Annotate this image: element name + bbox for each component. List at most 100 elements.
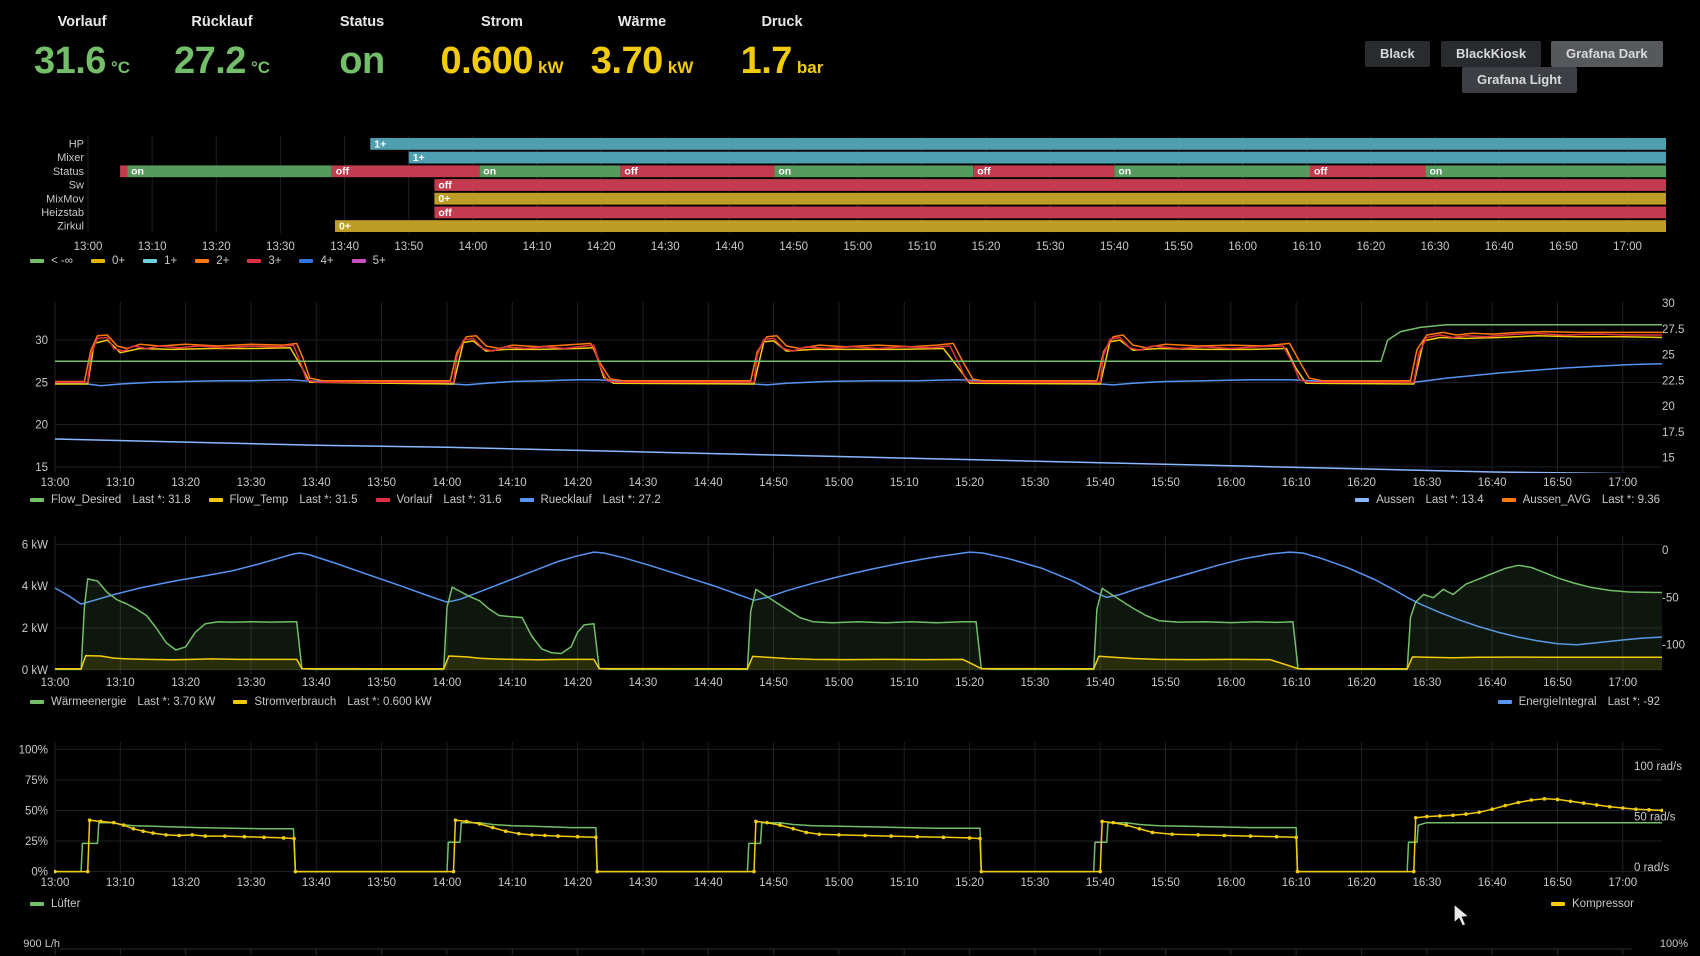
- legend-item-Kompressor[interactable]: Kompressor: [1551, 898, 1634, 910]
- series-marker: [451, 869, 456, 874]
- legend-item-Aussen_AVG[interactable]: Aussen_AVG Last *: 9.36: [1501, 494, 1660, 506]
- theme-button-black[interactable]: Black: [1365, 41, 1430, 67]
- series-marker: [1568, 799, 1573, 804]
- theme-button-blackkiosk[interactable]: BlackKiosk: [1441, 41, 1542, 67]
- series-marker: [1607, 804, 1612, 809]
- legend-item-Flow_Desired[interactable]: Flow_Desired Last *: 31.8: [30, 494, 191, 506]
- time-tick-label: 13:10: [138, 241, 167, 253]
- y-axis-tick-label: 25: [35, 377, 48, 389]
- chart-temperatures: 13:00 13:10 13:20 13:30 13:40 13:50 14:00 14:10…: [35, 298, 1684, 489]
- time-tick-label: 16:30: [1412, 877, 1441, 889]
- y-axis-right-tick-label: 0 rad/s: [1634, 862, 1669, 874]
- legend-label: 3+: [268, 255, 282, 267]
- series-marker: [464, 819, 469, 824]
- time-tick-label: 15:40: [1086, 477, 1115, 489]
- series-marker: [281, 836, 286, 840]
- time-tick-label: 15:50: [1151, 877, 1180, 889]
- time-tick-label: 13:00: [41, 877, 70, 889]
- legend-value: Last *: 31.5: [299, 494, 358, 506]
- time-tick-label: 16:40: [1478, 477, 1507, 489]
- series-marker: [967, 836, 972, 840]
- time-tick-label: 14:00: [433, 677, 462, 689]
- legend-value: Last *: 31.8: [132, 494, 191, 506]
- cursor-arrow: [1453, 903, 1471, 928]
- stat-unit: bar: [796, 58, 824, 77]
- legend-item-Lüfter[interactable]: Lüfter: [30, 898, 80, 910]
- time-tick-label: 16:40: [1485, 241, 1514, 253]
- series-marker: [190, 833, 194, 837]
- legend-swatch: [299, 259, 314, 263]
- timeline-segment: [620, 165, 775, 178]
- series-marker: [111, 820, 116, 825]
- time-tick-label: 14:50: [759, 477, 788, 489]
- time-tick-label: 15:30: [1020, 477, 1049, 489]
- y-axis-right-tick-label: 100 rad/s: [1634, 761, 1682, 773]
- legend-item[interactable]: 5+: [351, 255, 386, 267]
- legend-item[interactable]: 3+: [247, 255, 281, 267]
- series-marker: [1581, 801, 1586, 805]
- time-tick-label: 16:20: [1347, 477, 1376, 489]
- time-tick-label: 16:50: [1549, 241, 1578, 253]
- time-tick-label: 14:30: [629, 477, 658, 489]
- legend-item[interactable]: 0+: [90, 255, 125, 267]
- series-marker: [517, 831, 521, 836]
- series-marker: [978, 836, 982, 841]
- timeline-segment: [408, 151, 1667, 164]
- legend-item-Vorlauf[interactable]: Vorlauf Last *: 31.6: [375, 494, 502, 506]
- time-tick-label: 14:10: [523, 241, 552, 253]
- y-axis-right-tick-label: 25: [1662, 350, 1675, 362]
- legend-label: 2+: [216, 255, 230, 267]
- series-marker: [1274, 834, 1279, 839]
- legend-item[interactable]: < -∞: [30, 255, 73, 267]
- timeline-row-label: MixMov: [46, 193, 84, 205]
- legend-item-Ruecklauf[interactable]: Ruecklauf Last *: 27.2: [519, 494, 661, 506]
- legend-label: Vorlauf: [396, 494, 433, 506]
- time-tick-label: 13:10: [106, 877, 135, 889]
- legend-item-Flow_Temp[interactable]: Flow_Temp Last *: 31.5: [208, 494, 358, 506]
- timeline-segment-label: on: [131, 166, 144, 178]
- time-tick-label: 13:50: [367, 877, 396, 889]
- legend-swatch: [1497, 700, 1512, 704]
- time-tick-label: 16:50: [1543, 877, 1572, 889]
- timeline-segment: [479, 165, 621, 178]
- time-tick-label: 14:10: [498, 677, 527, 689]
- theme-button-grafana-dark[interactable]: Grafana Dark: [1551, 41, 1663, 67]
- y-axis-tick-label: 50%: [25, 805, 48, 817]
- legend-item[interactable]: 1+: [143, 255, 177, 267]
- timeline-row-label: Heizstab: [41, 207, 84, 219]
- legend-item[interactable]: 4+: [299, 255, 334, 267]
- time-tick-label: 17:00: [1608, 677, 1637, 689]
- stat-title: Status: [339, 14, 385, 30]
- series-marker: [1196, 833, 1200, 837]
- legend-item-Aussen[interactable]: Aussen Last *: 13.4: [1355, 494, 1484, 506]
- legend-item-Stromverbrauch[interactable]: Stromverbrauch Last *: 0.600 kW: [233, 696, 432, 708]
- series-marker: [817, 832, 822, 837]
- time-tick-label: 16:50: [1543, 477, 1572, 489]
- legend-swatch: [233, 700, 248, 704]
- timeline-segment: [127, 165, 332, 178]
- state-timeline-legend: < -∞ 0+ 1+ 2+ 3+ 4+ 5+: [30, 255, 386, 267]
- series-marker: [979, 869, 984, 874]
- legend-item-EnergieIntegral[interactable]: EnergieIntegral Last *: -92: [1497, 696, 1660, 708]
- time-tick-label: 14:00: [433, 877, 462, 889]
- series-marker: [1451, 813, 1455, 818]
- legend-label: Lüfter: [51, 898, 81, 910]
- legend-swatch: [195, 259, 210, 263]
- time-tick-label: 16:10: [1282, 677, 1311, 689]
- stat-unit: kW: [538, 58, 564, 77]
- chart-temperatures-legend-left: Flow_Desired Last *: 31.8 Flow_Temp Last *:…: [30, 494, 661, 506]
- time-tick-label: 16:20: [1347, 877, 1376, 889]
- series-marker: [1413, 815, 1418, 820]
- y-axis-right-tick-label: 15: [1662, 453, 1675, 465]
- series-Aussen: [54, 438, 1634, 473]
- legend-item[interactable]: 2+: [195, 255, 229, 267]
- theme-button-grafana-light[interactable]: Grafana Light: [1462, 67, 1577, 93]
- time-tick-label: 15:00: [825, 877, 854, 889]
- stat-value: 1.7: [740, 40, 793, 82]
- time-tick-label: 14:40: [694, 477, 723, 489]
- time-tick-label: 17:00: [1613, 241, 1642, 253]
- series-marker: [1438, 814, 1442, 818]
- legend-item-Wärmeenergie[interactable]: Wärmeenergie Last *: 3.70 kW: [30, 696, 215, 708]
- time-tick-label: 15:00: [825, 477, 854, 489]
- series-marker: [791, 826, 795, 831]
